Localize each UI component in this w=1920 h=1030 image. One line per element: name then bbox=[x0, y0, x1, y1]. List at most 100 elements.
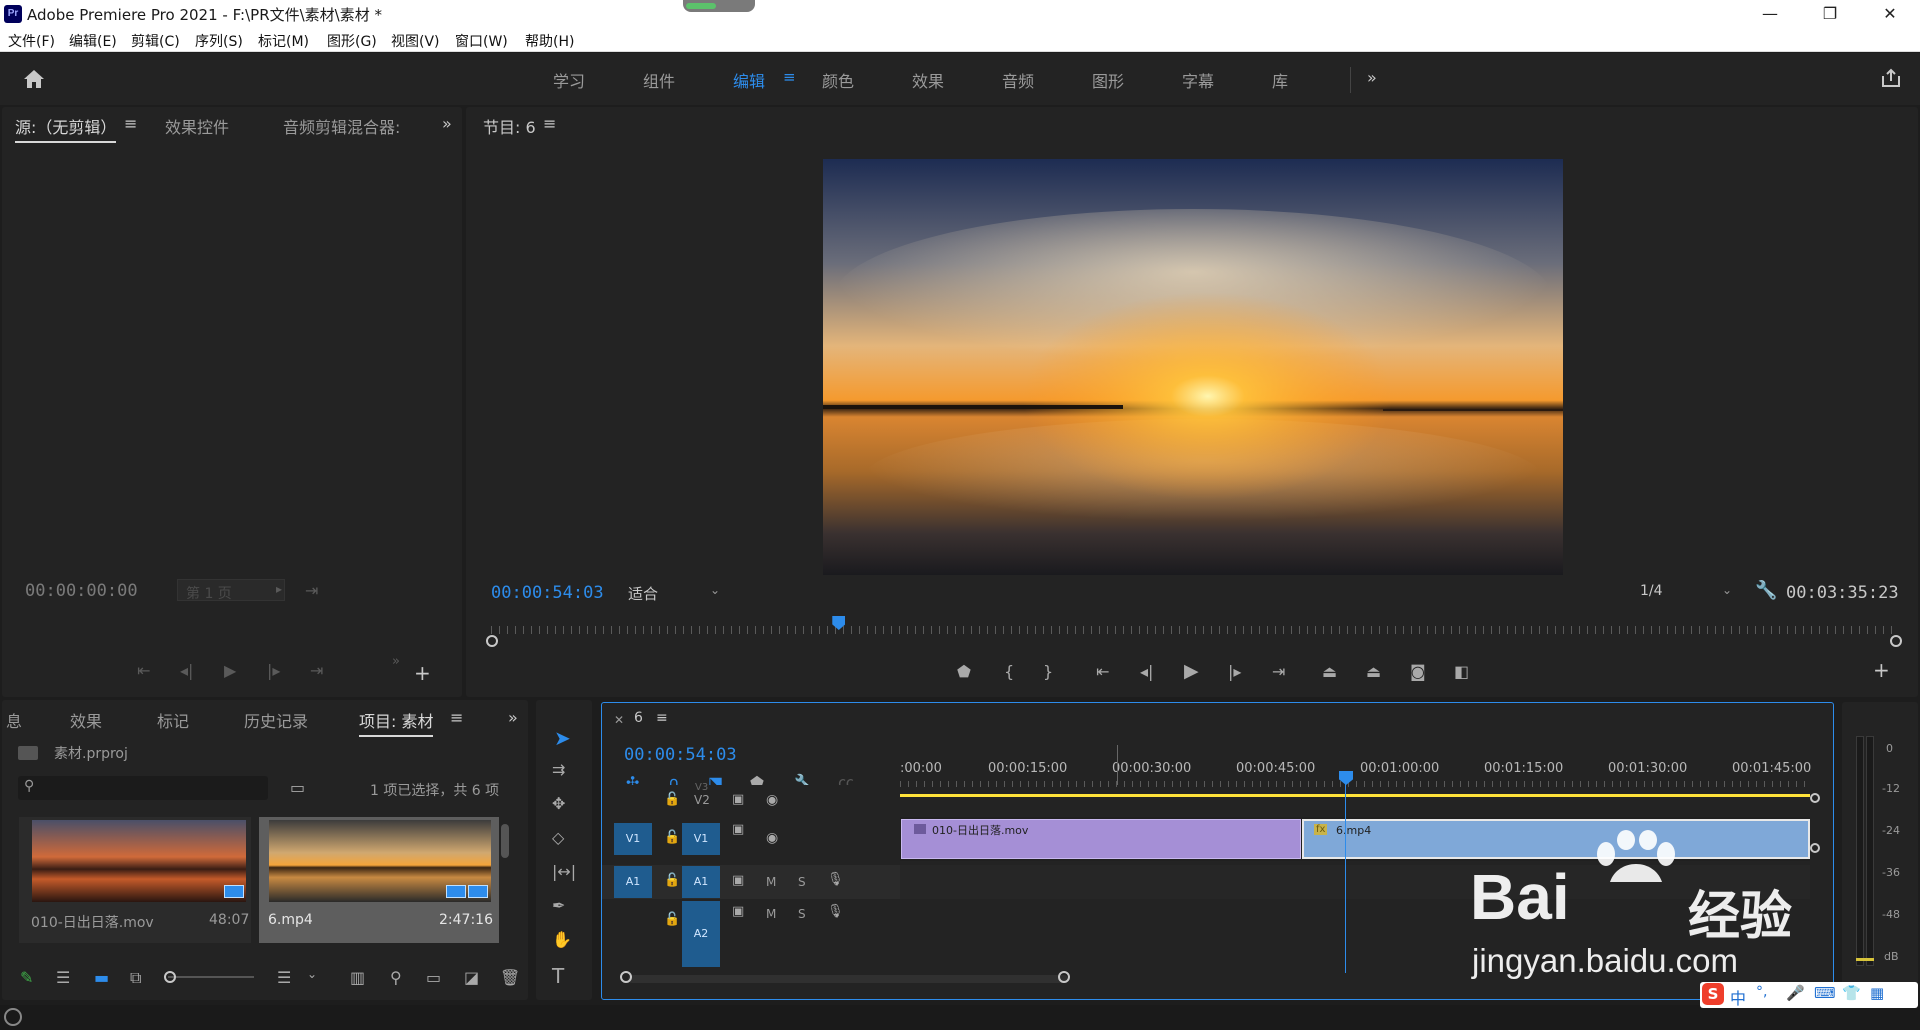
workspace-graphics[interactable]: 图形 bbox=[1092, 68, 1124, 92]
menu-clip[interactable]: 剪辑(C) bbox=[131, 31, 180, 51]
ime-punctuation[interactable]: °, bbox=[1756, 984, 1767, 1000]
program-title[interactable]: 节目: 6 bbox=[483, 114, 536, 138]
mark-out-icon[interactable]: } bbox=[1043, 664, 1053, 680]
go-to-in-icon[interactable]: ⇤ bbox=[1096, 664, 1109, 680]
panel-overflow-icon[interactable]: » bbox=[508, 708, 518, 727]
play-icon[interactable]: ▶ bbox=[1184, 662, 1199, 681]
sort-icon[interactable]: ☰ bbox=[277, 970, 291, 986]
project-tab-menu-icon[interactable]: ≡ bbox=[450, 708, 463, 727]
mic-icon[interactable]: 🎤 bbox=[1786, 984, 1805, 1002]
tab-history[interactable]: 历史记录 bbox=[244, 708, 308, 732]
panel-overflow-icon[interactable]: » bbox=[442, 114, 452, 133]
go-to-out-icon[interactable]: ⇥ bbox=[310, 663, 323, 679]
track-name[interactable]: V2 bbox=[694, 793, 710, 807]
menu-file[interactable]: 文件(F) bbox=[8, 31, 55, 51]
comparison-view-icon[interactable]: ◧ bbox=[1454, 664, 1469, 680]
fit-dropdown[interactable]: 适合 ⌄ bbox=[620, 580, 728, 604]
overflow-icon[interactable]: » bbox=[392, 655, 400, 668]
tab-effects[interactable]: 效果 bbox=[70, 708, 102, 732]
go-to-out-icon[interactable]: ⇥ bbox=[1272, 664, 1285, 680]
workspace-libraries[interactable]: 库 bbox=[1272, 68, 1288, 92]
timeline-ruler[interactable]: :00:00 00:00:15:00 00:00:30:00 00:00:45:… bbox=[900, 741, 1811, 799]
lock-icon[interactable]: 🔓 bbox=[664, 874, 680, 887]
microphone-icon[interactable]: 🎙 bbox=[827, 873, 844, 886]
tab-effect-controls[interactable]: 效果控件 bbox=[165, 114, 229, 138]
freeform-view-icon[interactable]: ⧉ bbox=[130, 970, 141, 986]
hand-tool-icon[interactable]: ✋ bbox=[552, 932, 572, 948]
trash-icon[interactable]: 🗑 bbox=[500, 970, 520, 986]
add-button-icon[interactable]: + bbox=[1873, 660, 1890, 680]
selection-tool-icon[interactable]: ➤ bbox=[554, 728, 571, 748]
ripple-edit-tool-icon[interactable]: ✥ bbox=[552, 796, 565, 812]
zoom-handle-right[interactable] bbox=[1890, 635, 1902, 647]
menu-graphics[interactable]: 图形(G) bbox=[327, 31, 377, 51]
microphone-icon[interactable]: 🎙 bbox=[827, 905, 844, 918]
workspace-color[interactable]: 颜色 bbox=[822, 68, 854, 92]
grid-icon[interactable]: ▦ bbox=[1870, 984, 1884, 1002]
restore-icon[interactable]: ❐ bbox=[1810, 3, 1850, 25]
menu-view[interactable]: 视图(V) bbox=[391, 31, 440, 51]
tab-markers[interactable]: 标记 bbox=[157, 708, 189, 732]
type-tool-icon[interactable]: T bbox=[552, 966, 564, 986]
automate-to-sequence-icon[interactable]: ▥ bbox=[350, 970, 365, 986]
tab-source[interactable]: 源:（无剪辑） bbox=[15, 114, 117, 143]
scroll-handle-left[interactable] bbox=[620, 971, 632, 983]
close-tab-icon[interactable]: ✕ bbox=[614, 713, 624, 727]
close-icon[interactable]: ✕ bbox=[1870, 3, 1910, 25]
slip-tool-icon[interactable]: |↔| bbox=[552, 864, 576, 880]
toggle-sync-lock-icon[interactable]: ▣ bbox=[732, 874, 744, 887]
lock-icon[interactable]: 🔓 bbox=[664, 913, 680, 926]
shirt-icon[interactable]: 👕 bbox=[1842, 984, 1861, 1002]
work-area-bar[interactable] bbox=[900, 794, 1810, 797]
source-patch-v1[interactable]: V1 bbox=[614, 823, 652, 855]
drag-handle[interactable] bbox=[683, 0, 755, 12]
menu-edit[interactable]: 编辑(E) bbox=[69, 31, 117, 51]
timeline-tab-menu-icon[interactable]: ≡ bbox=[656, 710, 668, 726]
track-target-v1[interactable]: V1 bbox=[682, 823, 720, 855]
mute-button[interactable]: M bbox=[766, 875, 776, 889]
timeline-clip[interactable]: 010-日出日落.mov bbox=[901, 819, 1301, 859]
camera-icon[interactable]: ◙ bbox=[1410, 664, 1426, 680]
wrench-icon[interactable]: 🔧 bbox=[1755, 582, 1777, 600]
mark-in-icon[interactable]: { bbox=[1004, 664, 1014, 680]
menu-window[interactable]: 窗口(W) bbox=[455, 31, 508, 51]
lift-icon[interactable]: ⏏ bbox=[1322, 664, 1337, 680]
menu-sequence[interactable]: 序列(S) bbox=[195, 31, 243, 51]
toggle-sync-lock-icon[interactable]: ▣ bbox=[732, 793, 744, 806]
track-target-a2[interactable]: A2 bbox=[682, 901, 720, 967]
program-time-ruler[interactable] bbox=[491, 626, 1897, 634]
program-video-frame[interactable] bbox=[823, 159, 1563, 575]
scroll-handle-right[interactable] bbox=[1058, 971, 1070, 983]
vertical-zoom-handle[interactable] bbox=[1810, 793, 1820, 803]
zoom-handle-left[interactable] bbox=[486, 635, 498, 647]
program-timecode[interactable]: 00:00:54:03 bbox=[491, 583, 604, 603]
creative-cloud-icon[interactable] bbox=[4, 1008, 22, 1026]
search-icon[interactable]: ⚲ bbox=[390, 970, 402, 986]
ime-mode-chinese[interactable]: 中 bbox=[1730, 985, 1746, 1009]
razor-tool-icon[interactable]: ◇ bbox=[552, 830, 564, 846]
settings-icon[interactable]: ⇥ bbox=[305, 583, 318, 599]
track-target-a1[interactable]: A1 bbox=[682, 866, 720, 898]
horizontal-scrollbar[interactable] bbox=[628, 975, 1068, 983]
zoom-slider[interactable] bbox=[168, 976, 254, 978]
chevron-down-icon[interactable]: ⌄ bbox=[307, 968, 317, 980]
pencil-icon[interactable]: ✎ bbox=[20, 970, 33, 986]
step-forward-icon[interactable]: |▸ bbox=[1228, 664, 1241, 680]
source-patch-a1[interactable]: A1 bbox=[614, 866, 652, 898]
extract-icon[interactable]: ⏏ bbox=[1366, 664, 1381, 680]
workspace-captions[interactable]: 字幕 bbox=[1182, 68, 1214, 92]
project-item[interactable]: 6.mp4 2:47:16 bbox=[259, 817, 499, 943]
tab-info[interactable]: 息 bbox=[6, 708, 22, 732]
program-tab-menu-icon[interactable]: ≡ bbox=[543, 114, 556, 133]
resolution-dropdown[interactable]: 1/4 ⌄ bbox=[1632, 580, 1738, 604]
pen-tool-icon[interactable]: ✒ bbox=[552, 898, 565, 914]
lock-icon[interactable]: 🔓 bbox=[664, 831, 680, 844]
zoom-slider-handle[interactable] bbox=[164, 971, 176, 983]
list-view-icon[interactable]: ☰ bbox=[56, 970, 70, 986]
mute-button[interactable]: M bbox=[766, 907, 776, 921]
keyboard-icon[interactable]: ⌨ bbox=[1814, 984, 1836, 1002]
lock-icon[interactable]: 🔓 bbox=[664, 793, 680, 806]
add-marker-icon[interactable]: ⬟ bbox=[957, 664, 971, 680]
source-page-select[interactable]: 第 1 页 ▸ bbox=[177, 579, 285, 602]
share-icon[interactable] bbox=[1880, 67, 1902, 89]
